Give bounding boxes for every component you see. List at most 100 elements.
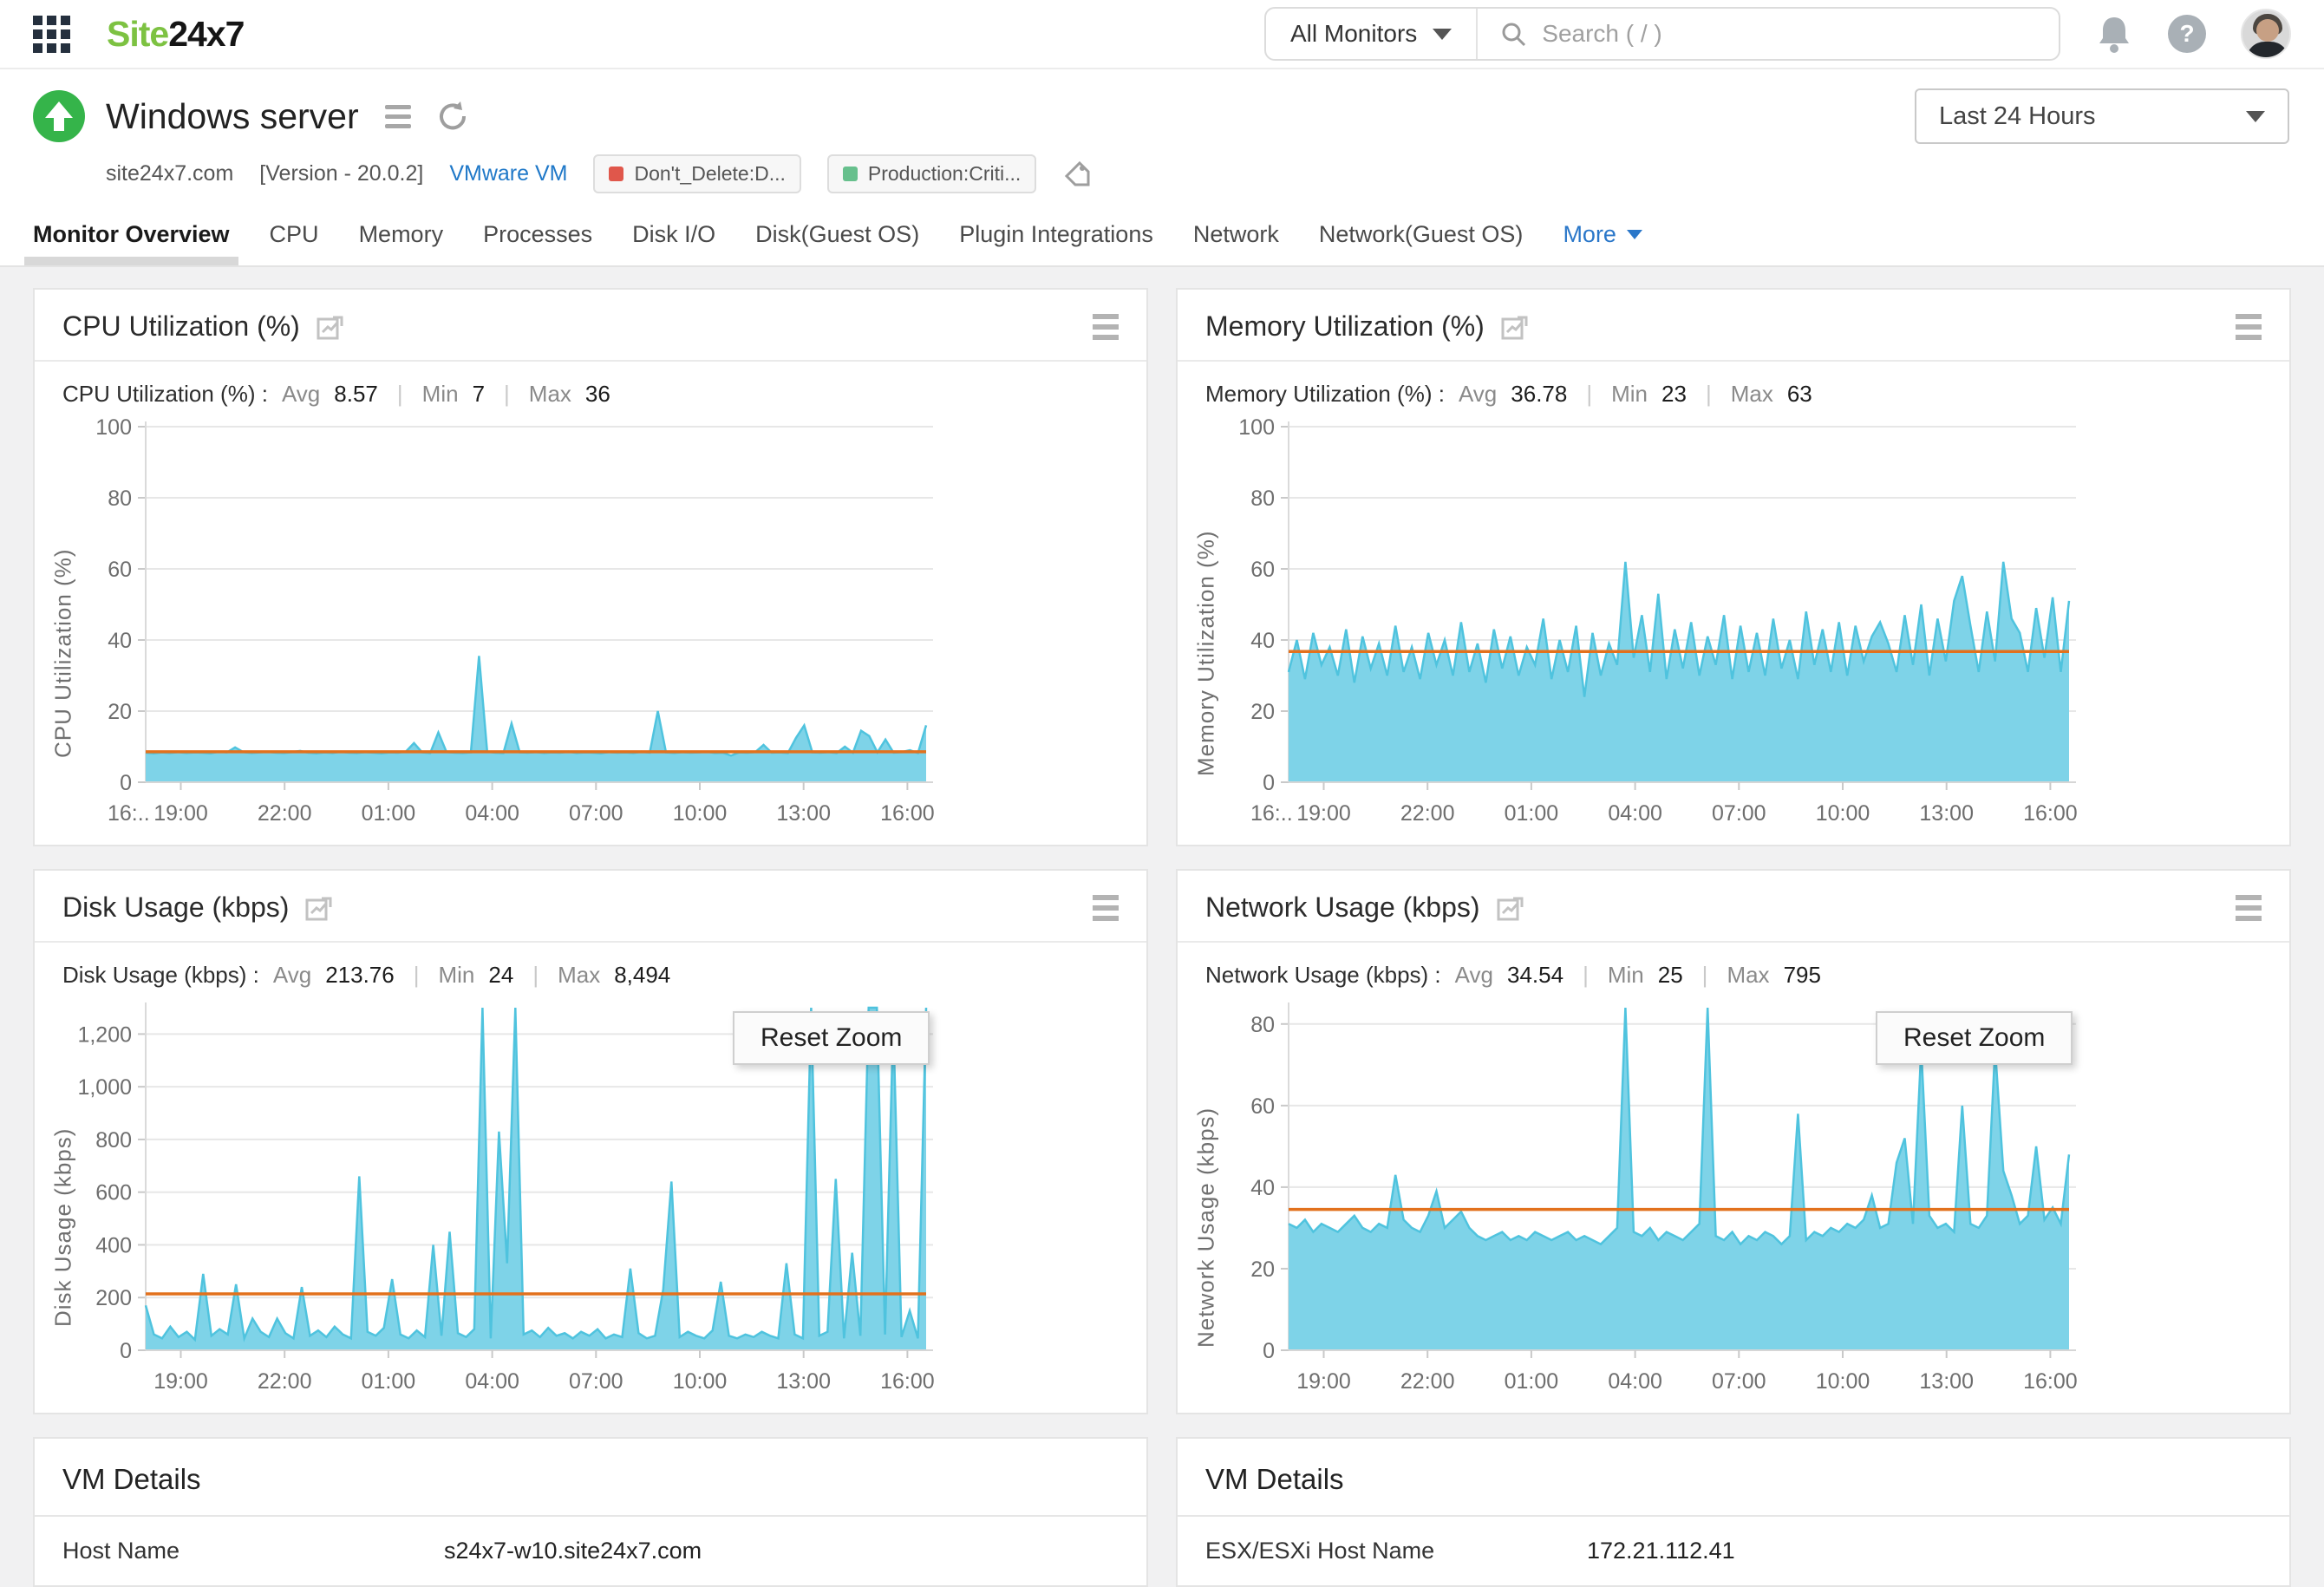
separator: | xyxy=(1583,962,1589,988)
vmware-vm-link[interactable]: VMware VM xyxy=(449,161,567,186)
help-icon[interactable]: ? xyxy=(2168,15,2206,53)
memory-utilization-panel: Memory Utilization (%) Memory Utilizatio… xyxy=(1176,288,2291,846)
svg-text:13:00: 13:00 xyxy=(776,801,831,826)
svg-text:800: 800 xyxy=(95,1128,132,1153)
separator: | xyxy=(1586,381,1593,407)
tag-color-red xyxy=(609,167,624,181)
notification-bell-icon[interactable] xyxy=(2095,14,2133,54)
svg-text:04:00: 04:00 xyxy=(1608,1369,1662,1394)
avg-value: 8.57 xyxy=(334,381,378,407)
separator: | xyxy=(1705,381,1712,407)
chart-stats: Network Usage (kbps) : Avg 34.54 | Min 2… xyxy=(1178,943,2289,992)
separator: | xyxy=(1701,962,1708,988)
tab-plugin-integrations[interactable]: Plugin Integrations xyxy=(959,221,1153,265)
svg-text:16:..: 16:.. xyxy=(108,801,150,826)
memory-chart[interactable]: Memory Utilization (%) 0 20 40 60 80 100 16:..… xyxy=(1191,418,2289,836)
min-key: Min xyxy=(438,962,475,988)
chevron-down-icon xyxy=(1626,230,1642,239)
avg-key: Avg xyxy=(281,381,321,407)
chevron-down-icon xyxy=(1433,28,1452,40)
svg-text:80: 80 xyxy=(108,487,132,511)
svg-text:16:..: 16:.. xyxy=(1250,801,1293,826)
svg-text:16:00: 16:00 xyxy=(880,1369,935,1394)
vm-detail-row: Host Name s24x7-w10.site24x7.com xyxy=(35,1517,1146,1585)
min-value: 7 xyxy=(472,381,486,407)
reset-zoom-button[interactable]: Reset Zoom xyxy=(1876,1011,2073,1065)
svg-text:80: 80 xyxy=(1250,487,1275,511)
svg-text:04:00: 04:00 xyxy=(1608,801,1662,826)
max-value: 795 xyxy=(1783,962,1821,988)
svg-text:22:00: 22:00 xyxy=(1400,1369,1455,1394)
svg-text:1,200: 1,200 xyxy=(78,1022,132,1047)
apps-grid-icon[interactable] xyxy=(33,15,70,53)
max-value: 63 xyxy=(1786,381,1812,407)
max-key: Max xyxy=(528,381,571,407)
tag-chip-dont-delete[interactable]: Don't_Delete:D... xyxy=(593,154,801,193)
y-axis-title: Network Usage (kbps) xyxy=(1192,1107,1219,1349)
panel-title: Disk Usage (kbps) xyxy=(62,891,290,923)
reset-zoom-button[interactable]: Reset Zoom xyxy=(733,1011,930,1065)
svg-text:01:00: 01:00 xyxy=(1505,1369,1559,1394)
panel-menu-icon[interactable] xyxy=(1093,313,1119,340)
tab-cpu[interactable]: CPU xyxy=(270,221,319,265)
svg-text:13:00: 13:00 xyxy=(1919,801,1974,826)
expand-chart-icon[interactable] xyxy=(1496,894,1524,922)
tab-disk-io[interactable]: Disk I/O xyxy=(632,221,715,265)
monitor-menu-icon[interactable] xyxy=(384,104,411,128)
tab-memory[interactable]: Memory xyxy=(359,221,444,265)
vm-detail-value: s24x7-w10.site24x7.com xyxy=(444,1538,702,1564)
svg-text:01:00: 01:00 xyxy=(1505,801,1559,826)
monitor-scope-dropdown[interactable]: All Monitors xyxy=(1266,9,1479,59)
tab-more-label: More xyxy=(1563,221,1616,247)
top-bar: Site24x7 All Monitors ? xyxy=(0,0,2324,69)
tag-chip-production[interactable]: Production:Criti... xyxy=(826,154,1037,193)
svg-text:600: 600 xyxy=(95,1181,132,1205)
avg-value: 34.54 xyxy=(1507,962,1564,988)
stat-title: CPU Utilization (%) : xyxy=(62,381,268,407)
panel-menu-icon[interactable] xyxy=(2236,894,2262,921)
monitor-hostname: site24x7.com xyxy=(106,161,234,186)
stat-title: Memory Utilization (%) : xyxy=(1205,381,1445,407)
svg-text:0: 0 xyxy=(120,1339,132,1363)
refresh-icon[interactable] xyxy=(435,99,470,134)
avg-value: 213.76 xyxy=(325,962,395,988)
svg-text:04:00: 04:00 xyxy=(465,801,519,826)
network-chart[interactable]: Network Usage (kbps) 0 20 40 60 80 19:00 22:00… xyxy=(1191,999,2289,1404)
avatar-face xyxy=(2256,19,2279,42)
status-up-badge xyxy=(33,90,85,142)
svg-text:20: 20 xyxy=(1250,700,1275,724)
tab-processes[interactable]: Processes xyxy=(483,221,592,265)
panel-menu-icon[interactable] xyxy=(2236,313,2262,340)
svg-text:07:00: 07:00 xyxy=(1712,801,1766,826)
time-range-dropdown[interactable]: Last 24 Hours xyxy=(1915,88,2289,144)
avg-key: Avg xyxy=(1454,962,1493,988)
min-key: Min xyxy=(1607,962,1644,988)
tags-icon[interactable] xyxy=(1062,160,1092,189)
chart-stats: CPU Utilization (%) : Avg 8.57 | Min 7 |… xyxy=(35,362,1146,411)
arrow-up-icon xyxy=(45,101,73,131)
panel-title: Network Usage (kbps) xyxy=(1205,891,1480,923)
global-search-box: All Monitors xyxy=(1264,7,2060,61)
avg-value: 36.78 xyxy=(1511,381,1568,407)
svg-text:1,000: 1,000 xyxy=(78,1075,132,1100)
tab-disk-guest-os[interactable]: Disk(Guest OS) xyxy=(755,221,919,265)
panel-menu-icon[interactable] xyxy=(1093,894,1119,921)
vm-detail-value: 172.21.112.41 xyxy=(1587,1538,1735,1564)
max-value: 36 xyxy=(584,381,610,407)
tag-color-green xyxy=(842,167,858,181)
svg-text:100: 100 xyxy=(95,418,132,440)
expand-chart-icon[interactable] xyxy=(304,894,332,922)
expand-chart-icon[interactable] xyxy=(1500,313,1528,341)
separator: | xyxy=(396,381,403,407)
tab-monitor-overview[interactable]: Monitor Overview xyxy=(24,221,238,265)
search-input[interactable] xyxy=(1540,19,2036,49)
expand-chart-icon[interactable] xyxy=(316,313,343,341)
vm-detail-label: Host Name xyxy=(62,1538,180,1564)
tab-more[interactable]: More xyxy=(1563,221,1642,265)
disk-chart[interactable]: Disk Usage (kbps) 0 200 400 600 800 1,000 1,20… xyxy=(49,999,1146,1404)
user-avatar[interactable] xyxy=(2241,9,2291,59)
cpu-chart[interactable]: CPU Utilization (%) 0 20 40 60 80 100 16:.. 19:… xyxy=(49,418,1146,836)
tab-network-guest-os[interactable]: Network(Guest OS) xyxy=(1319,221,1524,265)
logo-green-part: Site xyxy=(107,13,169,54)
tab-network[interactable]: Network xyxy=(1193,221,1279,265)
